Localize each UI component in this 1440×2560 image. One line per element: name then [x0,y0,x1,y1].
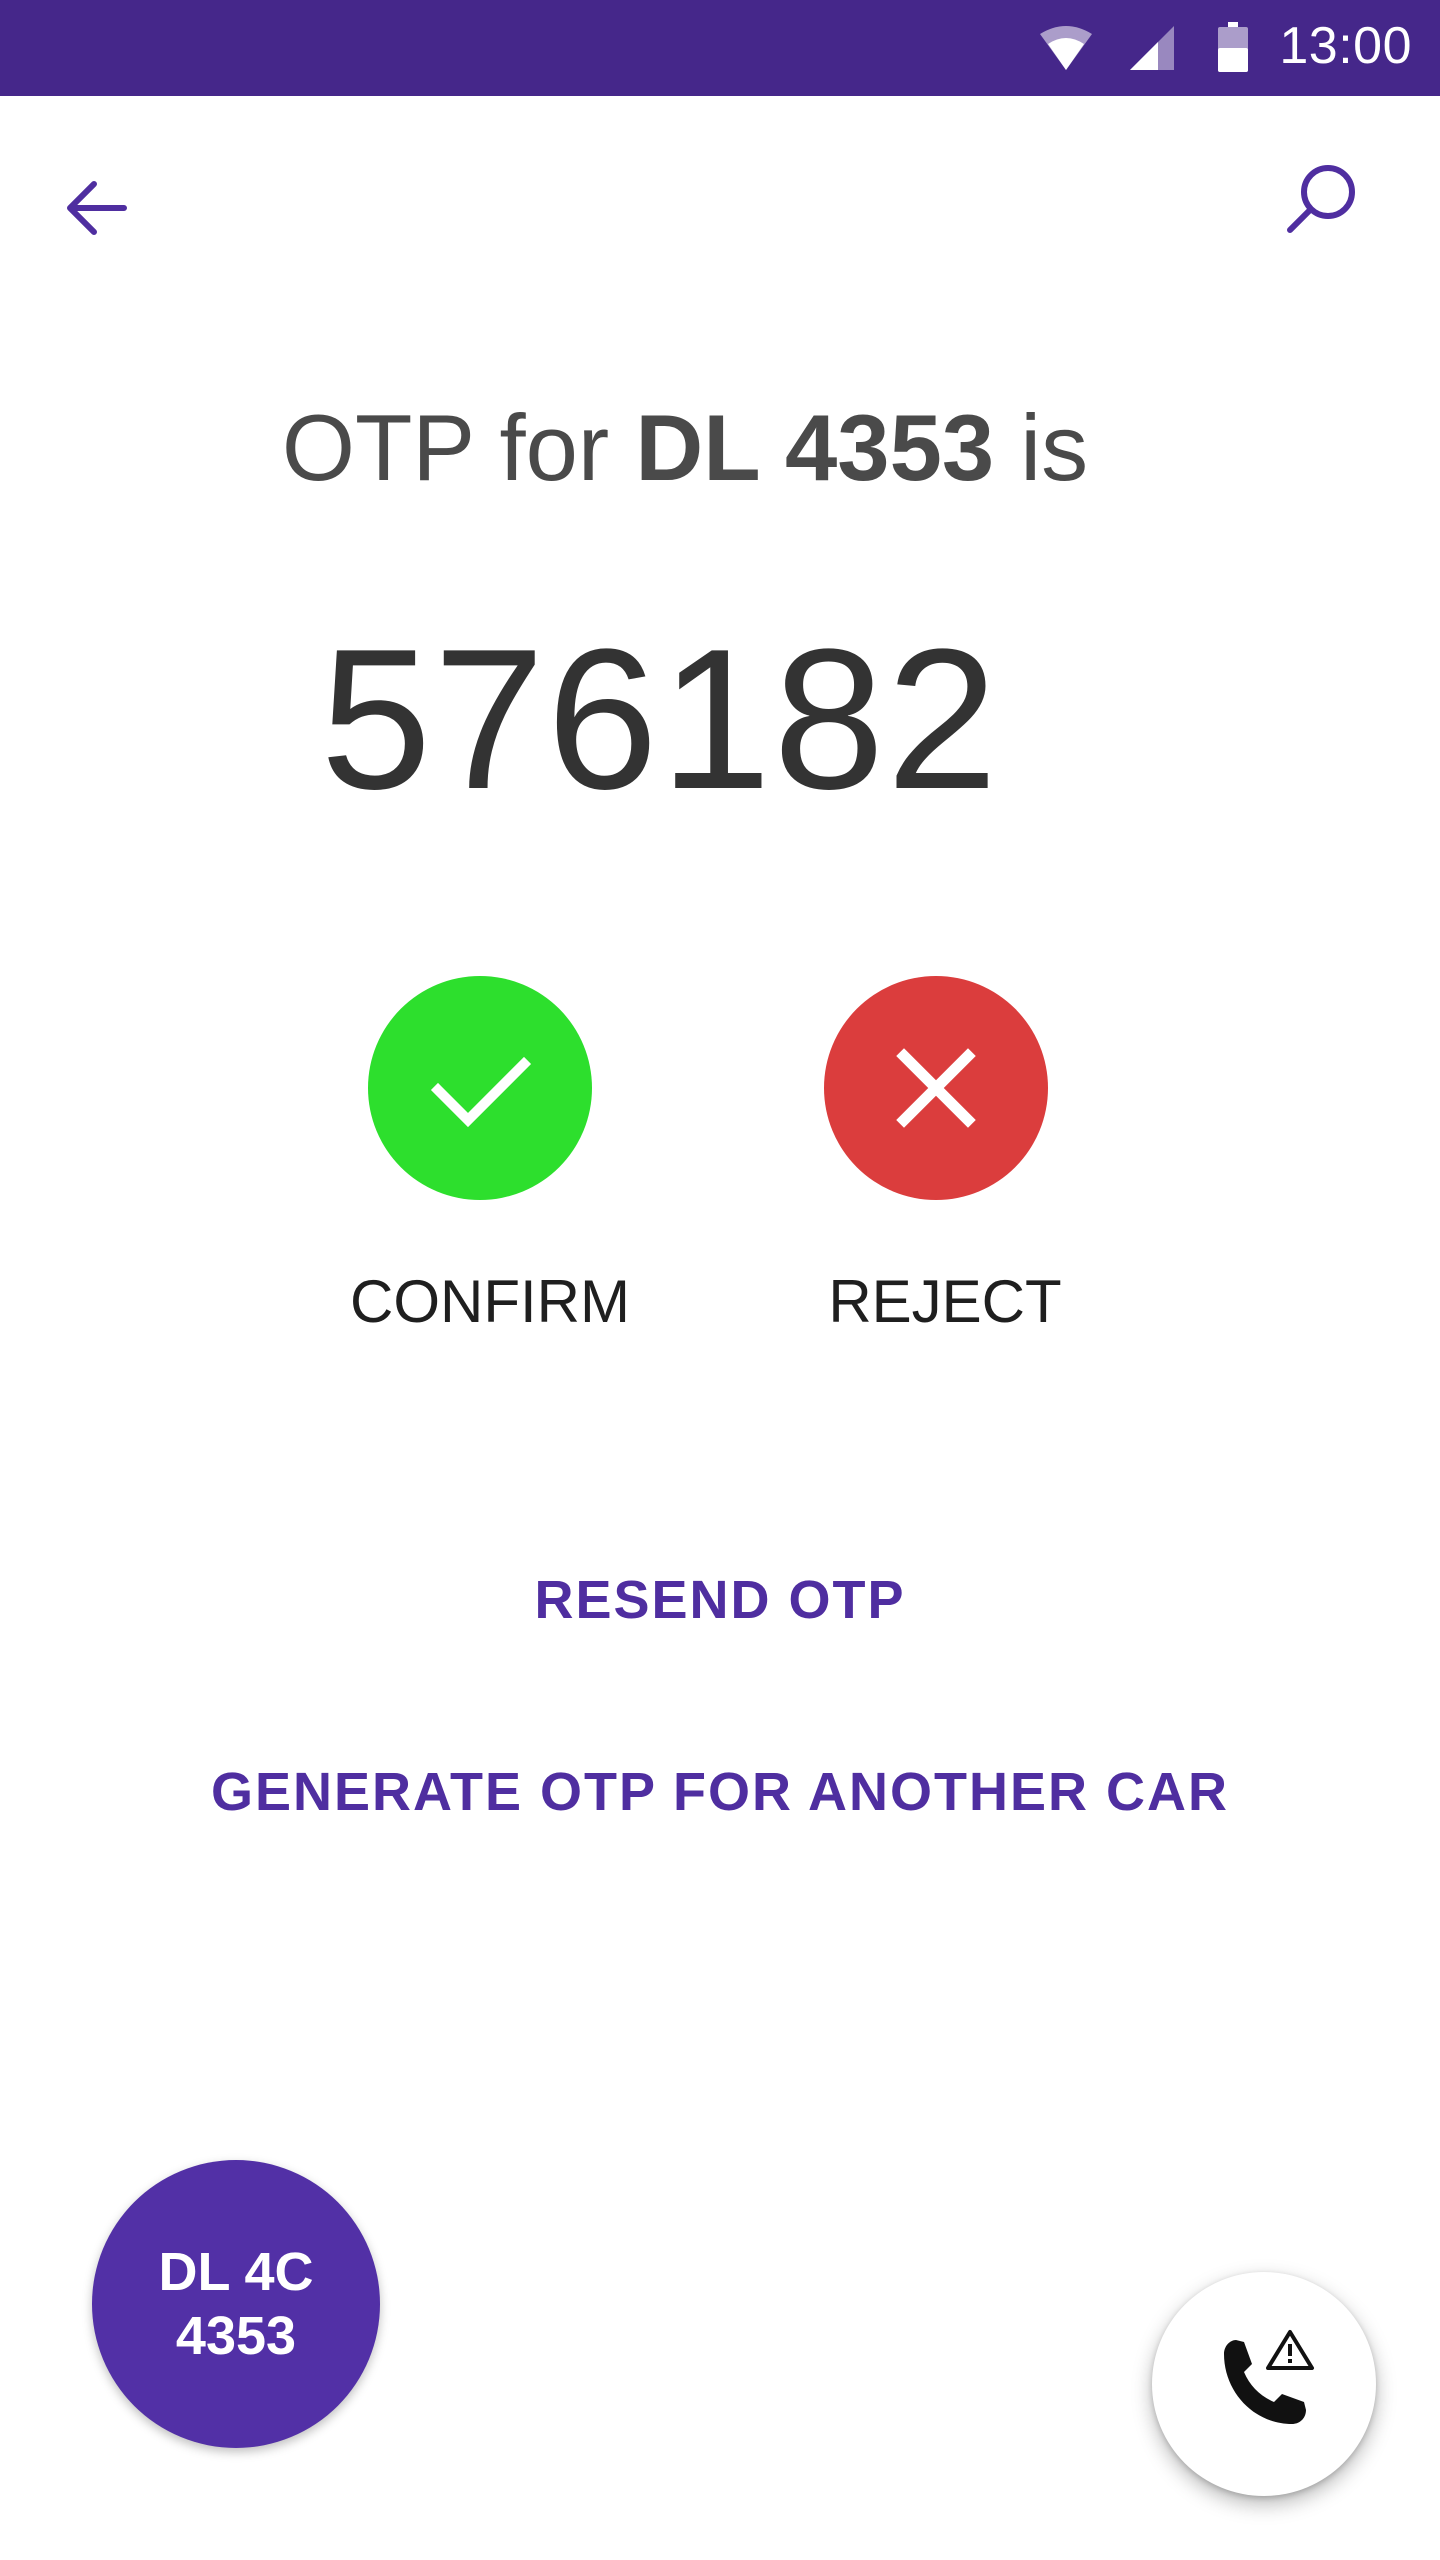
status-time: 13:00 [1279,17,1412,75]
otp-headline: OTP for DL 4353 is [0,388,1440,508]
back-button[interactable] [48,160,144,256]
otp-code: 576182 [320,608,1000,831]
reject-button[interactable] [824,976,1048,1200]
phone-alert-icon [1224,2330,1314,2424]
arrow-back-icon [67,181,127,235]
cell-signal-icon [1130,26,1174,70]
search-icon [1287,165,1355,233]
confirm-label[interactable]: CONFIRM [290,1262,690,1342]
check-icon [430,1056,532,1128]
otp-suffix: is [994,395,1089,500]
reject-label[interactable]: REJECT [745,1262,1145,1342]
otp-screen: 13:00 OTP for DL 4353 is 576182 CONFIRM … [0,0,1440,2560]
battery-icon [1218,22,1248,72]
otp-prefix: OTP for [281,395,636,500]
close-icon [896,1048,976,1128]
wifi-icon [1040,26,1092,70]
generate-otp-another-car-button[interactable]: GENERATE OTP FOR ANOTHER CAR [0,1752,1440,1832]
car-badge-line1: DL 4C [158,2242,314,2302]
search-button[interactable] [1272,152,1368,248]
emergency-call-button[interactable] [1152,2272,1376,2496]
car-badge[interactable]: DL 4C 4353 [92,2160,380,2448]
car-badge-line2: 4353 [175,2306,297,2366]
confirm-button[interactable] [368,976,592,1200]
resend-otp-button[interactable]: RESEND OTP [0,1560,1440,1640]
status-bar: 13:00 [0,0,1440,96]
otp-car-id: DL 4353 [635,395,995,500]
